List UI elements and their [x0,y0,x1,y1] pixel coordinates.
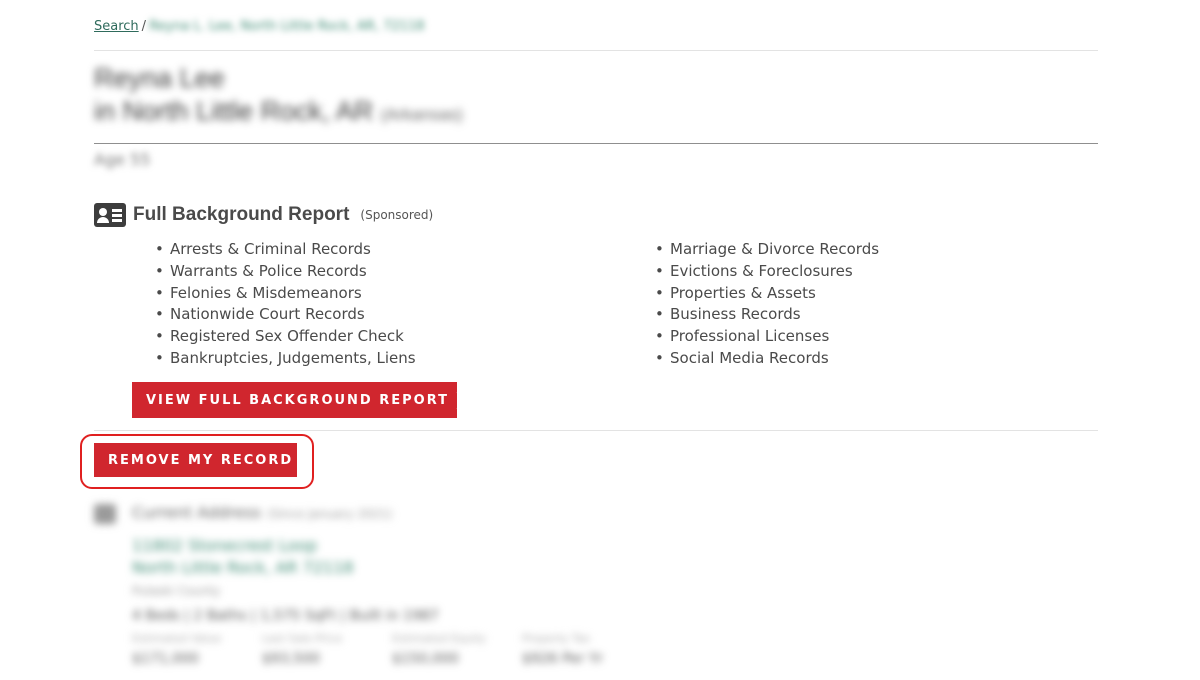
property-detail: Last Sale Price $93,500 [262,632,392,667]
breadcrumb: Search / Reyna L. Lee, North Little Rock, … [94,19,425,34]
report-features-right: Marriage & Divorce Records Evictions & F… [650,239,879,370]
report-header: Full Background Report (Sponsored) [94,203,433,227]
property-stats: 4 Beds | 2 Baths | 1,575 SqFt | Built in… [132,608,439,624]
double-chevron-right-icon: ❯❯ [454,390,478,410]
property-details: Estimated Value $171,000 Last Sale Price… [132,632,652,667]
detail-value: $926 Per Yr [522,651,604,667]
list-item: Social Media Records [650,348,879,370]
person-location: in North Little Rock, AR (Arkansas) [94,94,463,132]
sponsored-label: (Sponsored) [360,208,434,222]
list-item: Arrests & Criminal Records [150,239,416,261]
location-text: in North Little Rock, AR [94,96,374,126]
title-divider [94,143,1098,144]
divider [94,50,1098,51]
state-full: (Arkansas) [380,105,463,124]
section-divider [94,430,1098,431]
report-title: Full Background Report [133,204,350,225]
list-item: Professional Licenses [650,326,879,348]
property-detail: Property Tax $926 Per Yr [522,632,652,667]
breadcrumb-search-link[interactable]: Search [94,19,139,34]
list-item: Properties & Assets [650,283,879,305]
lock-icon [94,504,116,524]
breadcrumb-current[interactable]: Reyna L. Lee, North Little Rock, AR, 721… [149,19,424,34]
breadcrumb-separator: / [141,19,147,34]
property-detail: Estimated Equity $150,000 [392,632,522,667]
address-street-link[interactable]: 11802 Stonecrest Loop [132,536,317,555]
view-report-label: VIEW FULL BACKGROUND REPORT [146,392,450,408]
id-card-icon [94,203,126,227]
list-item: Marriage & Divorce Records [650,239,879,261]
list-item: Nationwide Court Records [150,304,416,326]
detail-value: $93,500 [262,651,320,667]
page-title: Reyna Lee in North Little Rock, AR (Arka… [94,62,463,132]
address-since: (Since January 2021) [266,507,393,521]
person-name: Reyna Lee [94,63,225,93]
address-city-link[interactable]: North Little Rock, AR 72118 [132,558,354,577]
view-full-report-button[interactable]: VIEW FULL BACKGROUND REPORT ❯❯ [132,382,478,418]
detail-label: Property Tax [522,632,591,645]
report-features-left: Arrests & Criminal Records Warrants & Po… [150,239,416,370]
property-detail: Estimated Value $171,000 [132,632,262,667]
list-item: Felonies & Misdemeanors [150,283,416,305]
address-heading-text: Current Address [132,503,261,522]
detail-label: Estimated Equity [392,632,486,645]
detail-value: $171,000 [132,651,199,667]
detail-value: $150,000 [392,651,459,667]
remove-highlight-outline [80,434,314,489]
list-item: Warrants & Police Records [150,261,416,283]
detail-label: Estimated Value [132,632,222,645]
list-item: Registered Sex Offender Check [150,326,416,348]
list-item: Bankruptcies, Judgements, Liens [150,348,416,370]
list-item: Evictions & Foreclosures [650,261,879,283]
address-county: Pulaski County [132,584,221,598]
person-age: Age 55 [94,150,151,169]
address-heading: Current Address (Since January 2021) [132,503,392,522]
detail-label: Last Sale Price [262,632,343,645]
list-item: Business Records [650,304,879,326]
